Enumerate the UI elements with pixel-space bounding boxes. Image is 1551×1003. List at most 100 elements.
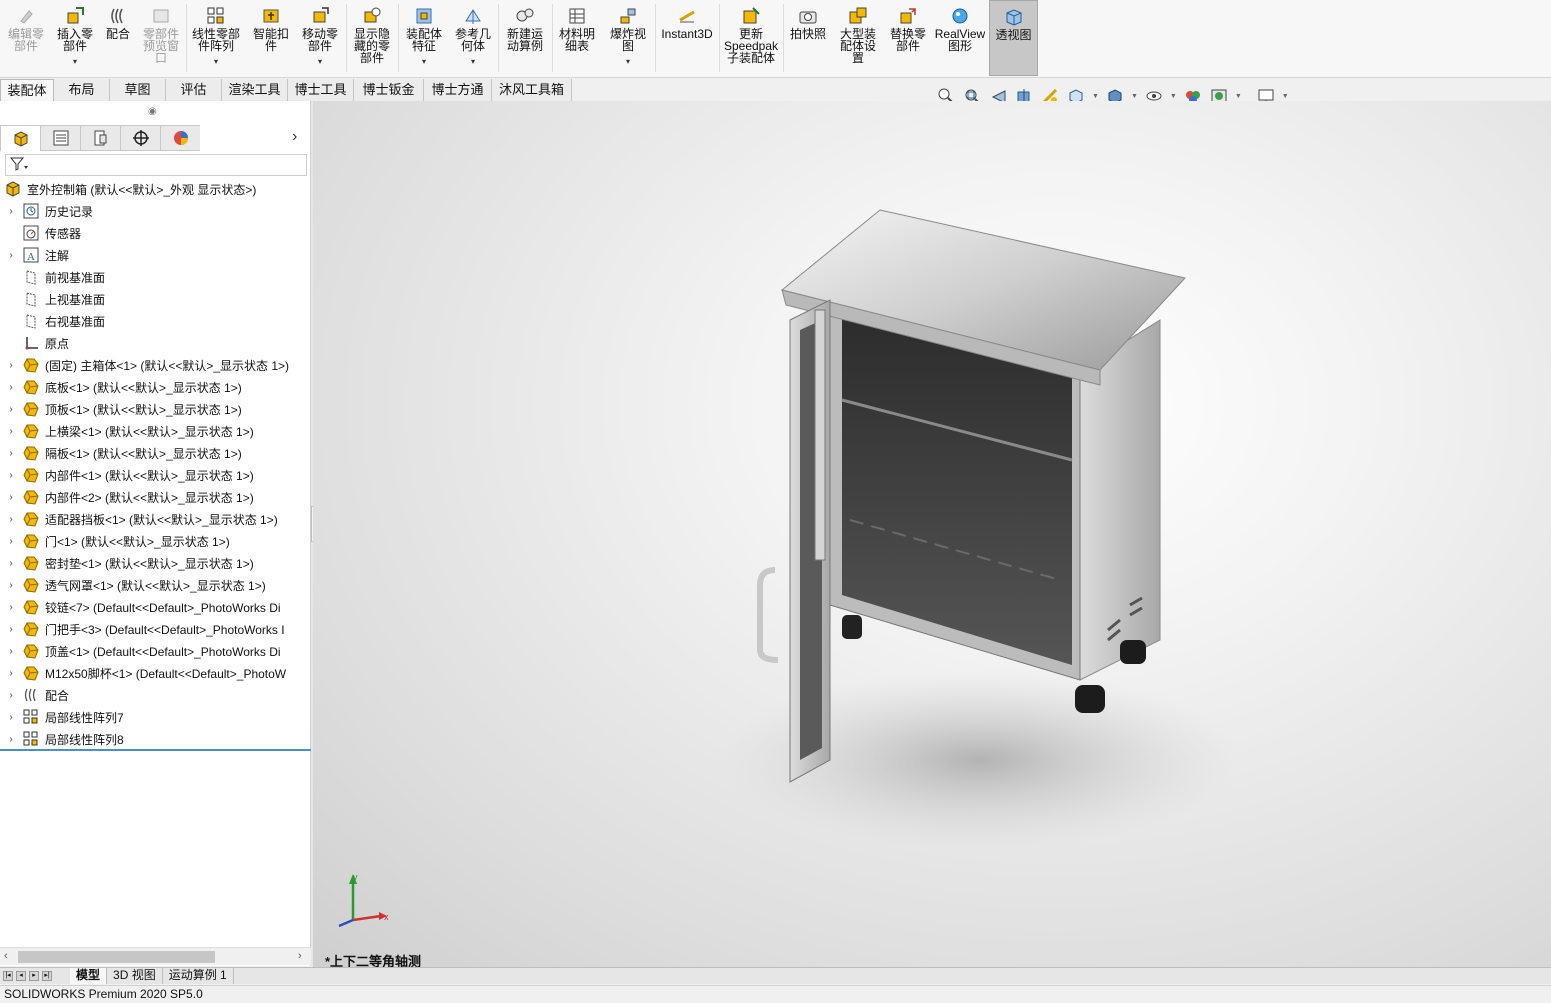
snapshot-button[interactable]: 拍快照 <box>785 0 831 76</box>
chevron-down-icon[interactable]: ▾ <box>471 56 475 68</box>
featuremanager-tab-icon[interactable] <box>0 125 40 151</box>
chevron-down-icon[interactable]: ▼ <box>1170 93 1177 100</box>
linear-pattern-button[interactable]: 线性零部 件阵列 ▾ <box>188 0 244 76</box>
chevron-down-icon[interactable]: ▾ <box>214 56 218 68</box>
display-manager-tab-icon[interactable] <box>160 125 200 151</box>
last-tab-icon[interactable]: ▸| <box>42 971 52 981</box>
tree-item-component[interactable]: › 顶板<1> (默认<<默认>_显示状态 1>) <box>6 398 242 420</box>
expand-icon[interactable]: › <box>6 404 16 415</box>
tree-item-top-plane[interactable]: 上视基准面 <box>6 288 105 310</box>
tree-item-component[interactable]: › (固定) 主箱体<1> (默认<<默认>_显示状态 1>) <box>6 354 289 376</box>
tree-item-component[interactable]: › 内部件<1> (默认<<默认>_显示状态 1>) <box>6 464 254 486</box>
expand-icon[interactable]: › <box>6 206 16 217</box>
tree-item-annotations[interactable]: › A 注解 <box>6 244 69 266</box>
tree-item-component[interactable]: › 铰链<7> (Default<<Default>_PhotoWorks Di <box>6 596 281 618</box>
chevron-down-icon[interactable]: ▾ <box>422 56 426 68</box>
expand-icon[interactable]: › <box>6 668 16 679</box>
expand-icon[interactable]: › <box>6 646 16 657</box>
chevron-down-icon[interactable]: ▼ <box>1235 93 1242 100</box>
new-motion-study-button[interactable]: 新建运 动算例 <box>500 0 550 76</box>
tab-doctor-tools[interactable]: 博士工具 <box>288 79 354 101</box>
expand-icon[interactable]: › <box>6 448 16 459</box>
configurationmanager-tab-icon[interactable] <box>80 125 120 151</box>
scroll-right-icon[interactable]: › <box>298 950 302 962</box>
replace-component-button[interactable]: 替换零 部件 <box>885 0 931 76</box>
tab-layout[interactable]: 布局 <box>54 79 110 101</box>
expand-icon[interactable]: › <box>6 360 16 371</box>
chevron-down-icon[interactable]: ▾ <box>318 56 322 68</box>
expand-icon[interactable]: › <box>6 712 16 723</box>
tree-item-mates[interactable]: › 配合 <box>6 684 69 706</box>
filter-icon[interactable] <box>9 156 29 175</box>
expand-icon[interactable]: › <box>6 514 16 525</box>
exploded-view-button[interactable]: 爆炸视 图 ▾ <box>604 0 652 76</box>
tree-item-origin[interactable]: 原点 <box>6 332 69 354</box>
tree-item-pattern[interactable]: › 局部线性阵列8 <box>6 728 124 748</box>
tree-item-component[interactable]: › 门把手<3> (Default<<Default>_PhotoWorks I <box>6 618 285 640</box>
tree-item-history[interactable]: › 历史记录 <box>6 200 93 222</box>
tab-render-tools[interactable]: 渲染工具 <box>222 79 288 101</box>
tree-item-component[interactable]: › 门<1> (默认<<默认>_显示状态 1>) <box>6 530 230 552</box>
reference-geometry-button[interactable]: 参考几 何体 ▾ <box>450 0 496 76</box>
tab-doctor-tube[interactable]: 博士方通 <box>424 79 492 101</box>
assembly-feature-button[interactable]: 装配体 特征 ▾ <box>400 0 448 76</box>
update-speedpak-button[interactable]: 更新 Speedpak 子装配体 <box>721 0 781 76</box>
tab-model[interactable]: 模型 <box>70 968 108 984</box>
scrollbar-thumb[interactable] <box>18 951 215 963</box>
edit-component-button[interactable]: 编辑零 部件 <box>4 0 48 76</box>
expand-icon[interactable]: › <box>6 250 16 261</box>
rollback-bar[interactable] <box>0 749 311 751</box>
preview-window-button[interactable]: 零部件 预览窗 口 <box>138 0 184 76</box>
show-hidden-components-button[interactable]: 显示隐 藏的零 部件 <box>348 0 396 76</box>
chevron-down-icon[interactable]: ▼ <box>1282 93 1289 100</box>
tree-item-component[interactable]: › 上横梁<1> (默认<<默认>_显示状态 1>) <box>6 420 254 442</box>
expand-icon[interactable]: › <box>6 470 16 481</box>
move-component-button[interactable]: 移动零 部件 ▾ <box>296 0 344 76</box>
expand-icon[interactable]: › <box>6 426 16 437</box>
large-assembly-settings-button[interactable]: 大型装 配体设 置 <box>833 0 883 76</box>
tab-motion-study[interactable]: 运动算例 1 <box>163 968 234 984</box>
dimxpert-tab-icon[interactable] <box>120 125 160 151</box>
scroll-left-icon[interactable]: ‹ <box>4 950 8 962</box>
tree-item-component[interactable]: › M12x50脚杯<1> (Default<<Default>_PhotoW <box>6 662 286 684</box>
expand-icon[interactable]: › <box>6 734 16 745</box>
expand-icon[interactable]: › <box>6 602 16 613</box>
insert-component-button[interactable]: 插入零 部件 ▾ <box>52 0 98 76</box>
chevron-down-icon[interactable]: ▼ <box>1131 93 1138 100</box>
prev-tab-icon[interactable]: ◂ <box>16 971 26 981</box>
bom-button[interactable]: 材料明 细表 <box>554 0 600 76</box>
tree-item-sensors[interactable]: 传感器 <box>6 222 81 244</box>
first-tab-icon[interactable]: |◂ <box>3 971 13 981</box>
chevron-down-icon[interactable]: ▾ <box>626 56 630 68</box>
realview-graphics-button[interactable]: RealView 图形 <box>933 0 987 76</box>
expand-icon[interactable]: › <box>6 382 16 393</box>
mate-button[interactable]: 配合 <box>100 0 136 76</box>
expand-icon[interactable]: › <box>6 580 16 591</box>
tree-filter[interactable] <box>5 154 307 176</box>
next-tab-icon[interactable]: ▸ <box>29 971 39 981</box>
tab-mufeng-toolbox[interactable]: 沐风工具箱 <box>492 79 572 101</box>
smart-fastener-button[interactable]: 智能扣 件 <box>248 0 294 76</box>
tree-item-right-plane[interactable]: 右视基准面 <box>6 310 105 332</box>
tree-item-front-plane[interactable]: 前视基准面 <box>6 266 105 288</box>
tree-item-component[interactable]: › 适配器挡板<1> (默认<<默认>_显示状态 1>) <box>6 508 278 530</box>
tree-item-component[interactable]: › 密封垫<1> (默认<<默认>_显示状态 1>) <box>6 552 254 574</box>
expand-icon[interactable]: › <box>6 492 16 503</box>
chevron-right-icon[interactable]: › <box>292 128 297 146</box>
expand-icon[interactable]: › <box>6 624 16 635</box>
instant3d-button[interactable]: Instant3D <box>657 0 717 76</box>
expand-icon[interactable]: › <box>6 690 16 701</box>
tab-sketch[interactable]: 草图 <box>110 79 166 101</box>
expand-icon[interactable]: › <box>6 558 16 569</box>
expand-icon[interactable]: › <box>6 536 16 547</box>
tree-item-pattern[interactable]: › 局部线性阵列7 <box>6 706 124 728</box>
pin-icon[interactable]: ◉ <box>148 106 157 117</box>
tree-item-component[interactable]: › 内部件<2> (默认<<默认>_显示状态 1>) <box>6 486 254 508</box>
tab-doctor-sheetmetal[interactable]: 博士钣金 <box>354 79 424 101</box>
tab-assembly[interactable]: 装配体 <box>0 79 54 101</box>
chevron-down-icon[interactable]: ▾ <box>73 56 77 68</box>
propertymanager-tab-icon[interactable] <box>40 125 80 151</box>
panel-horizontal-scrollbar[interactable]: ‹ › <box>0 947 311 965</box>
tree-item-component[interactable]: › 透气网罩<1> (默认<<默认>_显示状态 1>) <box>6 574 266 596</box>
graphics-area[interactable] <box>313 101 1551 967</box>
